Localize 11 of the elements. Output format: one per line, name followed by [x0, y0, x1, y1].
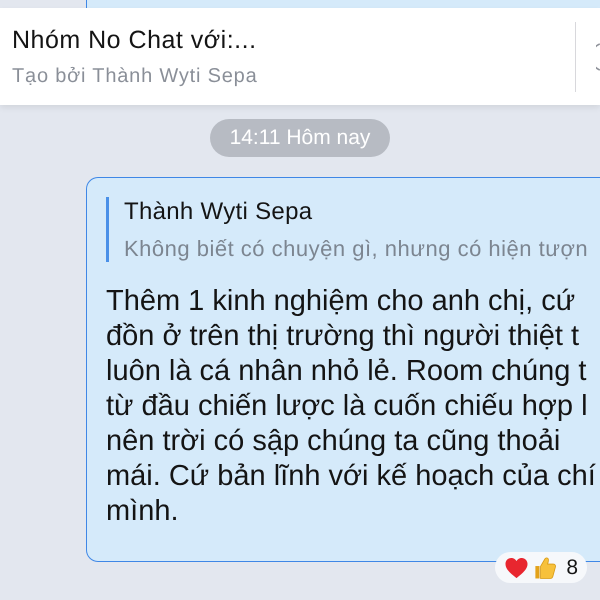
reply-quote[interactable]: Thành Wyti Sepa Không biết có chuyện gì, nhưng có hiện tượn — [106, 197, 600, 262]
thumbs-up-icon — [534, 556, 558, 578]
date-divider: 14:11 Hôm nay — [210, 119, 390, 157]
chat-subtitle: Tạo bởi Thành Wyti Sepa — [12, 64, 259, 88]
heart-icon — [505, 556, 528, 578]
reactions-badge[interactable]: 8 — [495, 552, 587, 583]
chat-title: Nhóm No Chat với:... — [12, 25, 258, 55]
reaction-count: 8 — [566, 556, 578, 580]
quote-text: Không biết có chuyện gì, nhưng có hiện tượn — [124, 235, 590, 262]
message-text: Thêm 1 kinh nghiệm cho anh chị, cứ đồn ở trên thị trường thì người thiệt t luôn là cá nhân nhỏ lẻ. Room chúng t từ đầu chiến lược là cuốn chiếu hợp l nên trời có sập chúng ta cũng thoải mái. Cứ bản lĩnh với kế hoạch của chí mình. — [106, 284, 597, 529]
quote-sender: Thành Wyti Sepa — [124, 197, 314, 226]
